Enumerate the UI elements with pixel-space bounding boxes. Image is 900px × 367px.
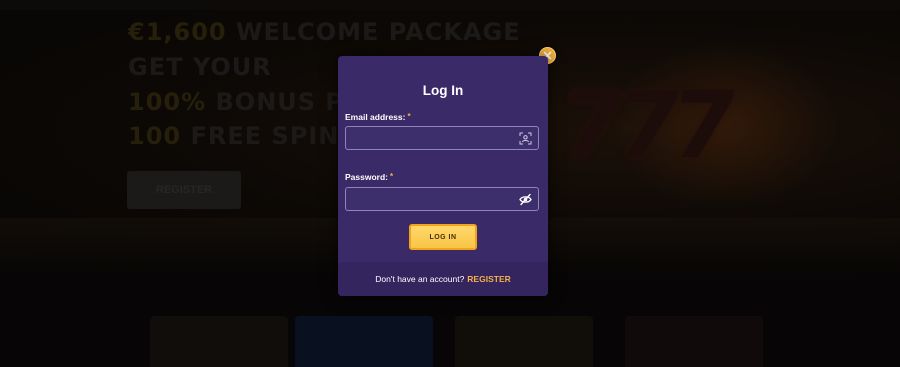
password-label: Password: * bbox=[345, 172, 393, 182]
modal-footer: Don't have an account? REGISTER bbox=[338, 262, 548, 296]
autofill-icon[interactable] bbox=[519, 132, 532, 145]
register-link[interactable]: REGISTER bbox=[467, 274, 510, 284]
login-button[interactable]: LOG IN bbox=[409, 224, 477, 250]
required-mark: * bbox=[390, 172, 394, 181]
password-input[interactable] bbox=[346, 188, 523, 210]
email-label-text: Email address: bbox=[345, 112, 406, 122]
modal-title: Log In bbox=[422, 83, 464, 98]
login-modal: Log In Email address: * Password: * LOG IN… bbox=[338, 56, 548, 296]
required-mark: * bbox=[407, 112, 411, 121]
email-input[interactable] bbox=[346, 127, 523, 149]
email-field[interactable] bbox=[345, 126, 539, 150]
password-field[interactable] bbox=[345, 187, 539, 211]
email-label: Email address: * bbox=[345, 112, 411, 122]
eye-slash-icon[interactable] bbox=[519, 193, 532, 206]
password-label-text: Password: bbox=[345, 172, 388, 182]
signup-prompt: Don't have an account? bbox=[375, 274, 465, 284]
